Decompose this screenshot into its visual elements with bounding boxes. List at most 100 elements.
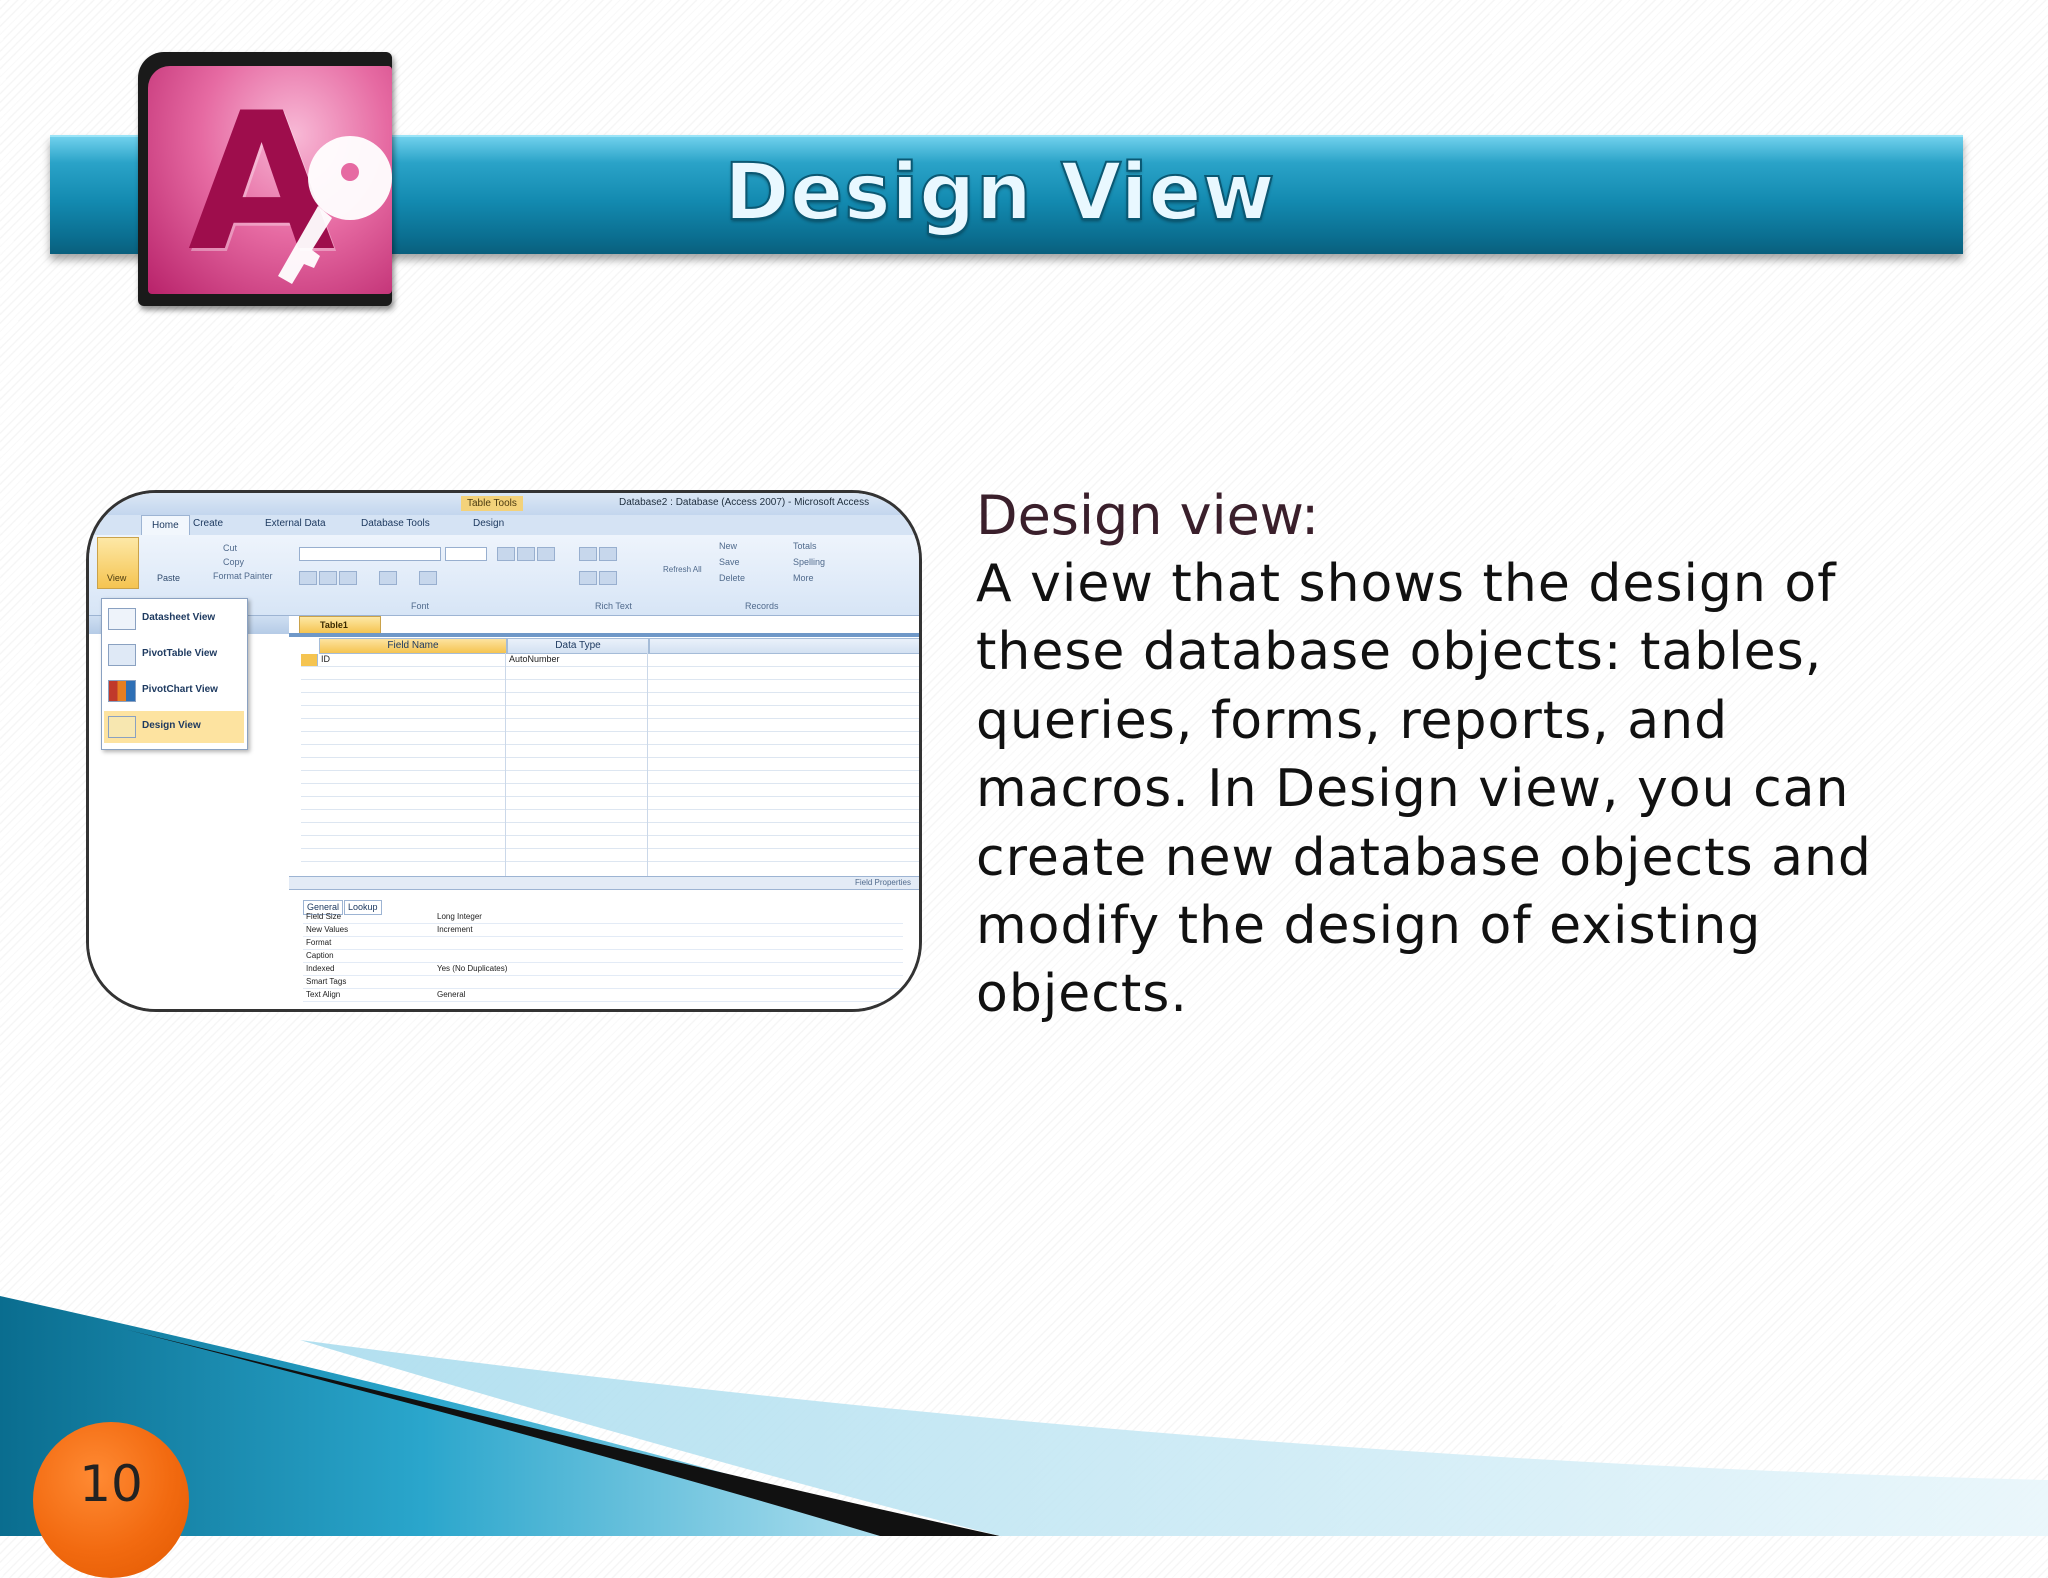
fill-color-button[interactable] bbox=[419, 571, 437, 585]
design-view-icon bbox=[108, 716, 136, 738]
pivotchart-icon bbox=[108, 680, 136, 702]
tab-design[interactable]: Design bbox=[473, 518, 504, 529]
key-icon bbox=[278, 136, 392, 284]
cut-button[interactable]: Cut bbox=[223, 543, 237, 553]
document-tab-table1[interactable]: Table1 bbox=[299, 616, 381, 634]
more-button[interactable]: More bbox=[793, 573, 814, 583]
field-properties-label: Field Properties bbox=[854, 878, 911, 887]
bold-button[interactable] bbox=[299, 571, 317, 585]
ribbon-tabs: Home Create External Data Database Tools… bbox=[89, 515, 919, 536]
property-row[interactable]: Smart Tags bbox=[303, 976, 903, 989]
property-name: Field Size bbox=[306, 912, 342, 921]
property-name: Format bbox=[306, 938, 332, 947]
property-row[interactable]: Indexed Yes (No Duplicates) bbox=[303, 963, 903, 976]
table-row[interactable] bbox=[301, 693, 919, 706]
column-divider bbox=[647, 653, 648, 883]
view-button-label: View bbox=[107, 573, 127, 583]
spelling-button[interactable]: Spelling bbox=[793, 557, 825, 567]
table-row[interactable] bbox=[301, 745, 919, 758]
column-header-data-type: Data Type bbox=[507, 638, 649, 654]
underline-button[interactable] bbox=[339, 571, 357, 585]
table-row[interactable] bbox=[301, 849, 919, 862]
property-tabs: General Lookup bbox=[303, 897, 383, 915]
tab-create[interactable]: Create bbox=[193, 518, 223, 529]
pivottable-icon bbox=[108, 644, 136, 666]
font-name-box[interactable] bbox=[299, 547, 441, 561]
window-title: Database2 : Database (Access 2007) - Mic… bbox=[619, 497, 870, 508]
property-value[interactable]: General bbox=[437, 989, 465, 1001]
copy-button[interactable]: Copy bbox=[223, 557, 244, 567]
access-screenshot: Table Tools Database2 : Database (Access… bbox=[86, 490, 922, 1012]
table-row[interactable] bbox=[301, 771, 919, 784]
table-row[interactable] bbox=[301, 680, 919, 693]
table-row[interactable] bbox=[301, 810, 919, 823]
align-left-button[interactable] bbox=[497, 547, 515, 561]
table-row[interactable] bbox=[301, 732, 919, 745]
document-tab-bar bbox=[289, 633, 919, 637]
property-name: Caption bbox=[306, 951, 334, 960]
tab-external-data[interactable]: External Data bbox=[265, 518, 326, 529]
menu-item-pivotchart-view[interactable]: PivotChart View bbox=[104, 675, 244, 707]
table-tools-context: Table Tools bbox=[461, 496, 523, 511]
property-name: Smart Tags bbox=[306, 977, 347, 986]
table-row[interactable] bbox=[301, 836, 919, 849]
table-row[interactable]: ID AutoNumber bbox=[301, 654, 919, 667]
property-row[interactable]: Format bbox=[303, 937, 903, 950]
menu-item-label: Datasheet View bbox=[142, 612, 216, 623]
table-row[interactable] bbox=[301, 784, 919, 797]
indent-button[interactable] bbox=[579, 547, 597, 561]
menu-item-label: Design View bbox=[142, 720, 201, 731]
bullets-button[interactable] bbox=[579, 571, 597, 585]
property-row[interactable]: New Values Increment bbox=[303, 924, 903, 937]
column-header-description bbox=[649, 638, 919, 654]
property-row[interactable]: Caption bbox=[303, 950, 903, 963]
align-center-button[interactable] bbox=[517, 547, 535, 561]
refresh-all-button[interactable]: Refresh All bbox=[663, 565, 702, 574]
numbering-button[interactable] bbox=[599, 571, 617, 585]
datasheet-icon bbox=[108, 608, 136, 630]
data-type-cell[interactable]: AutoNumber bbox=[509, 654, 560, 664]
new-record-button[interactable]: New bbox=[719, 541, 737, 551]
property-name: New Values bbox=[306, 925, 349, 934]
field-name-cell[interactable]: ID bbox=[321, 654, 330, 664]
totals-button[interactable]: Totals bbox=[793, 541, 817, 551]
menu-item-label: PivotTable View bbox=[142, 648, 218, 659]
property-value[interactable]: Yes (No Duplicates) bbox=[437, 963, 507, 975]
font-size-box[interactable] bbox=[445, 547, 487, 561]
property-value[interactable]: Increment bbox=[437, 924, 473, 936]
property-row[interactable]: Field Size Long Integer bbox=[303, 911, 903, 924]
column-divider bbox=[505, 653, 506, 883]
delete-record-button[interactable]: Delete bbox=[719, 573, 745, 583]
property-value[interactable]: Long Integer bbox=[437, 911, 482, 923]
paste-button[interactable]: Paste bbox=[157, 573, 180, 583]
table-row[interactable] bbox=[301, 719, 919, 732]
outdent-button[interactable] bbox=[599, 547, 617, 561]
property-name: Indexed bbox=[306, 964, 335, 973]
slide: Design View A Table Tools Database2 : Da… bbox=[0, 0, 2048, 1578]
table-row[interactable] bbox=[301, 758, 919, 771]
menu-item-design-view[interactable]: Design View bbox=[104, 711, 244, 743]
save-record-button[interactable]: Save bbox=[719, 557, 740, 567]
slide-title: Design View bbox=[723, 147, 1276, 239]
italic-button[interactable] bbox=[319, 571, 337, 585]
slide-number: 10 bbox=[79, 1455, 143, 1513]
title-bar: Table Tools Database2 : Database (Access… bbox=[89, 493, 919, 515]
tab-home[interactable]: Home bbox=[141, 515, 190, 536]
format-painter-button[interactable]: Format Painter bbox=[213, 571, 273, 581]
field-properties-bar: Field Properties bbox=[289, 876, 919, 890]
bottom-swoosh-decoration bbox=[0, 1296, 2048, 1536]
font-color-button[interactable] bbox=[379, 571, 397, 585]
menu-item-pivottable-view[interactable]: PivotTable View bbox=[104, 639, 244, 671]
menu-item-datasheet-view[interactable]: Datasheet View bbox=[104, 603, 244, 635]
property-name: Text Align bbox=[306, 990, 341, 999]
table-row[interactable] bbox=[301, 667, 919, 680]
access-logo-icon: A bbox=[138, 52, 392, 306]
property-row[interactable]: Text Align General bbox=[303, 989, 903, 1002]
access-logo-face: A bbox=[148, 66, 392, 294]
align-right-button[interactable] bbox=[537, 547, 555, 561]
group-label-rich-text: Rich Text bbox=[595, 601, 632, 611]
table-row[interactable] bbox=[301, 823, 919, 836]
table-row[interactable] bbox=[301, 706, 919, 719]
tab-database-tools[interactable]: Database Tools bbox=[361, 518, 430, 529]
table-row[interactable] bbox=[301, 797, 919, 810]
